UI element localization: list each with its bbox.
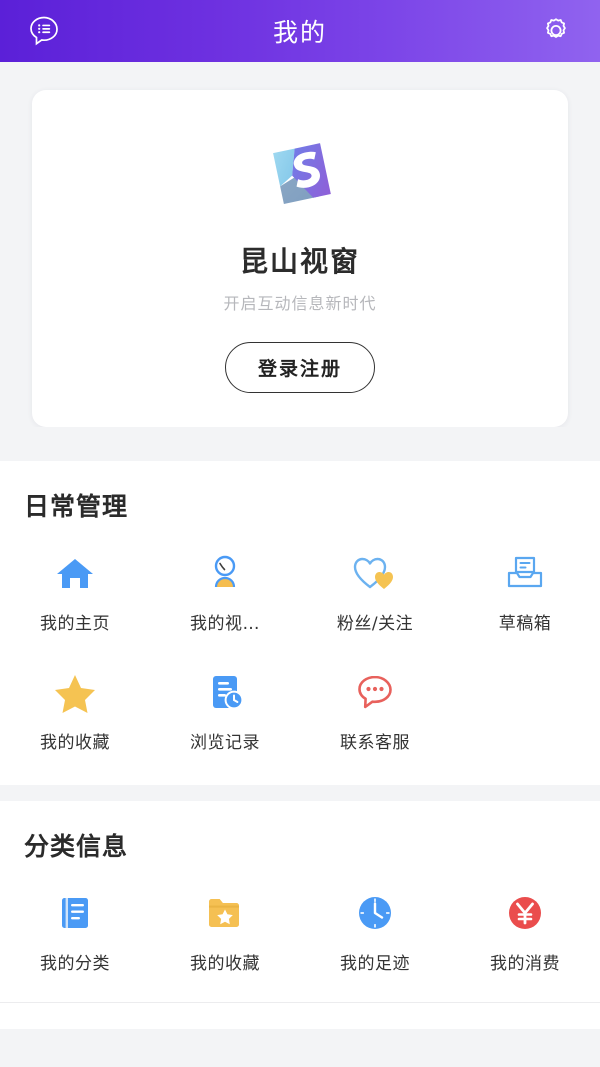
login-register-button[interactable]: 登录注册: [224, 342, 375, 393]
grid-label: 我的收藏: [40, 733, 110, 753]
grid-item-browse-history[interactable]: 浏览记录: [150, 662, 300, 759]
profile-card: 昆山视窗 开启互动信息新时代 登录注册: [32, 90, 568, 427]
grid-item-fans-following[interactable]: 粉丝/关注: [300, 543, 450, 640]
ks-logo-icon: [252, 126, 348, 222]
document-lines-icon: [51, 889, 99, 937]
profile-card-wrapper: 昆山视窗 开启互动信息新时代 登录注册: [0, 62, 600, 427]
history-doc-icon: [201, 668, 249, 716]
section-divider-gap: [0, 785, 600, 801]
grid-label: 草稿箱: [498, 614, 552, 634]
grid-item-contact-support[interactable]: 联系客服: [300, 662, 450, 759]
section-title-category: 分类信息: [24, 823, 135, 863]
section-title-row-category: 分类信息: [0, 823, 600, 863]
my-profile-page: 我的 昆山视窗 开启互动信息新时代 登录注册 日常管理 我的主页 我的视… 粉丝…: [0, 0, 600, 1067]
person-icon: [201, 549, 249, 597]
app-name: 昆山视窗: [239, 245, 360, 278]
grid-label: 粉丝/关注: [336, 614, 414, 634]
grid-item-my-favorites[interactable]: 我的收藏: [0, 662, 150, 759]
drafts-tray-icon: [501, 549, 549, 597]
grid-item-my-video[interactable]: 我的视…: [150, 543, 300, 640]
grid-label: 我的消费: [490, 954, 560, 974]
section-category-info: 分类信息 我的分类 我的收藏 我的足迹 我的消费: [0, 801, 600, 1029]
section-title-category-text: 分类信息: [24, 832, 129, 861]
grid-label: 我的主页: [40, 614, 110, 634]
folder-star-icon: [201, 889, 249, 937]
grid-label: 我的分类: [40, 954, 110, 974]
bottom-divider: [0, 1002, 600, 1003]
grid-item-drafts[interactable]: 草稿箱: [450, 543, 600, 640]
grid-item-my-homepage[interactable]: 我的主页: [0, 543, 150, 640]
grid-item-empty-slot: [450, 662, 600, 759]
grid-label: 我的视…: [190, 614, 260, 634]
support-chat-icon: [351, 668, 399, 716]
grid-label: 联系客服: [340, 733, 410, 753]
grid-item-my-categories[interactable]: 我的分类: [0, 883, 150, 980]
grid-label: 我的收藏: [190, 954, 260, 974]
app-slogan: 开启互动信息新时代: [223, 294, 377, 313]
chat-list-icon[interactable]: [22, 9, 66, 53]
grid-item-my-collection[interactable]: 我的收藏: [150, 883, 300, 980]
yuan-circle-icon: [501, 889, 549, 937]
grid-item-my-footprints[interactable]: 我的足迹: [300, 883, 450, 980]
category-info-grid: 我的分类 我的收藏 我的足迹 我的消费: [0, 883, 600, 980]
grid-item-my-spending[interactable]: 我的消费: [450, 883, 600, 980]
section-title-daily: 日常管理: [24, 483, 135, 523]
star-icon: [51, 668, 99, 716]
spacer-above-daily-section: [0, 427, 600, 461]
hearts-icon: [351, 549, 399, 597]
daily-management-grid: 我的主页 我的视… 粉丝/关注 草稿箱 我的收藏 浏览记录 联系客服: [0, 543, 600, 759]
gear-icon[interactable]: [534, 9, 578, 53]
page-title: 我的: [272, 18, 327, 47]
clock-circle-icon: [351, 889, 399, 937]
home-icon: [51, 549, 99, 597]
section-daily-management: 日常管理 我的主页 我的视… 粉丝/关注 草稿箱 我的收藏 浏览记录 联系客服: [0, 461, 600, 785]
grid-label: 浏览记录: [190, 733, 260, 753]
section-title-daily-text: 日常管理: [24, 492, 129, 521]
app-header: 我的: [0, 0, 600, 62]
section-title-row-daily: 日常管理: [0, 483, 600, 523]
grid-label: 我的足迹: [340, 954, 410, 974]
